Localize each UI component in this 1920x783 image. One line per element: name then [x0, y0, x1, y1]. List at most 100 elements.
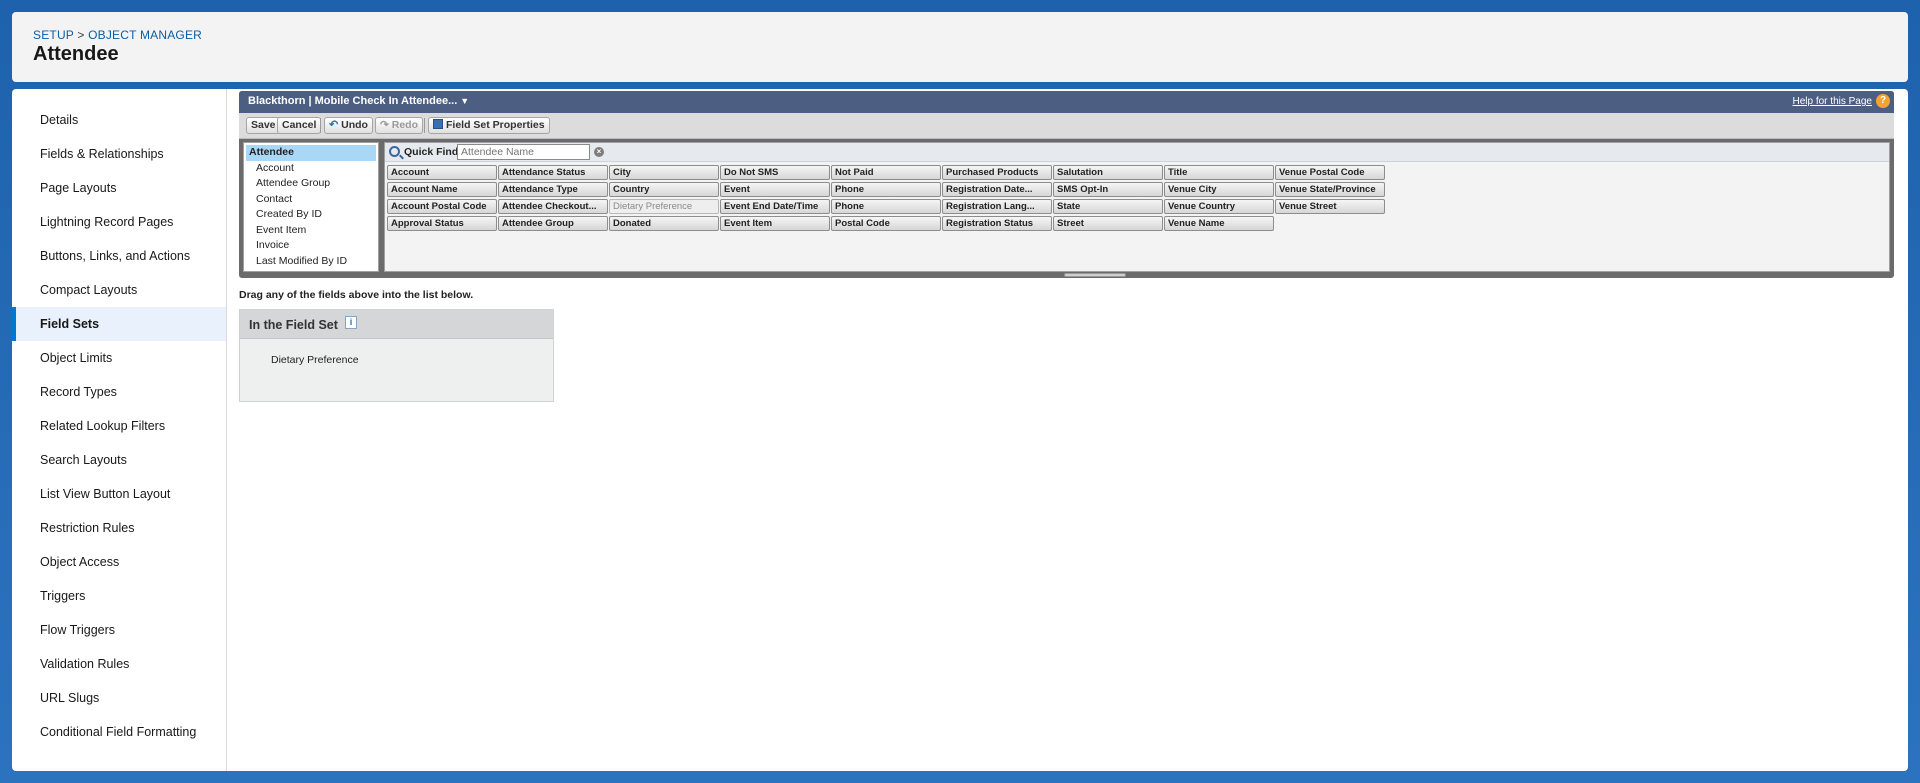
- cancel-button[interactable]: Cancel: [277, 117, 322, 134]
- object-list-item[interactable]: Created By ID: [244, 207, 378, 223]
- field-button[interactable]: Attendee Checkout...: [498, 199, 608, 214]
- object-list-item[interactable]: Account: [244, 161, 378, 177]
- clear-search-icon[interactable]: ×: [594, 147, 604, 157]
- field-button[interactable]: Title: [1164, 165, 1274, 180]
- field-button[interactable]: Not Paid: [831, 165, 941, 180]
- field-button[interactable]: Do Not SMS: [720, 165, 830, 180]
- field-button[interactable]: Phone: [831, 199, 941, 214]
- sidebar-item-details[interactable]: Details: [12, 103, 226, 137]
- content-area: Blackthorn | Mobile Check In Attendee...…: [239, 91, 1894, 402]
- field-button[interactable]: Venue State/Province: [1275, 182, 1385, 197]
- field-button[interactable]: Purchased Products: [942, 165, 1052, 180]
- field-button[interactable]: Registration Status: [942, 216, 1052, 231]
- field-button[interactable]: SMS Opt-In: [1053, 182, 1163, 197]
- page-header: SETUP > OBJECT MANAGER Attendee: [12, 12, 1908, 82]
- object-list-item[interactable]: Attendee: [246, 145, 376, 161]
- field-button[interactable]: Venue Country: [1164, 199, 1274, 214]
- quick-find-label: Quick Find: [404, 146, 459, 158]
- field-set-box: In the Field Set i Dietary Preference: [239, 309, 554, 402]
- toolbar-divider: [424, 118, 425, 133]
- field-button[interactable]: City: [609, 165, 719, 180]
- field-button[interactable]: Country: [609, 182, 719, 197]
- sidebar-nav: Details Fields & Relationships Page Layout…: [12, 89, 227, 771]
- sidebar-item-url-slugs[interactable]: URL Slugs: [12, 681, 226, 715]
- sidebar-item-validation-rules[interactable]: Validation Rules: [12, 647, 226, 681]
- sidebar-item-page-layouts[interactable]: Page Layouts: [12, 171, 226, 205]
- sidebar-item-object-limits[interactable]: Object Limits: [12, 341, 226, 375]
- chevron-down-icon: ▼: [460, 96, 470, 106]
- field-button[interactable]: Venue Postal Code: [1275, 165, 1385, 180]
- field-button[interactable]: Venue Street: [1275, 199, 1385, 214]
- field-set-properties-button[interactable]: Field Set Properties: [428, 117, 550, 134]
- field-button[interactable]: Street: [1053, 216, 1163, 231]
- redo-label: Redo: [391, 119, 418, 131]
- object-list: Attendee Account Attendee Group Contact Crea…: [243, 142, 379, 272]
- field-button[interactable]: Venue Name: [1164, 216, 1274, 231]
- field-button[interactable]: Event Item: [720, 216, 830, 231]
- object-list-item[interactable]: Event Item: [244, 223, 378, 239]
- field-button[interactable]: Dietary Preference: [609, 199, 719, 214]
- redo-button[interactable]: ↷ Redo: [375, 117, 423, 134]
- field-button[interactable]: Venue City: [1164, 182, 1274, 197]
- sidebar-item-conditional-field-formatting[interactable]: Conditional Field Formatting: [12, 715, 226, 749]
- field-button[interactable]: Registration Lang...: [942, 199, 1052, 214]
- sidebar-item-restriction-rules[interactable]: Restriction Rules: [12, 511, 226, 545]
- info-icon[interactable]: i: [345, 316, 357, 329]
- field-button[interactable]: Event End Date/Time: [720, 199, 830, 214]
- sidebar-item-flow-triggers[interactable]: Flow Triggers: [12, 613, 226, 647]
- field-set-list: Dietary Preference: [240, 339, 553, 366]
- sidebar-item-record-types[interactable]: Record Types: [12, 375, 226, 409]
- resize-handle[interactable]: [1064, 273, 1126, 277]
- field-set-selector[interactable]: Blackthorn | Mobile Check In Attendee...…: [248, 95, 469, 107]
- sidebar-item-lightning-record-pages[interactable]: Lightning Record Pages: [12, 205, 226, 239]
- quick-find-input[interactable]: [457, 144, 590, 160]
- breadcrumb-separator: >: [77, 28, 85, 42]
- field-button[interactable]: Account Postal Code: [387, 199, 497, 214]
- breadcrumb-setup-link[interactable]: SETUP: [33, 28, 74, 42]
- help-icon[interactable]: ?: [1876, 94, 1890, 108]
- undo-label: Undo: [341, 119, 368, 131]
- field-set-item[interactable]: Dietary Preference: [240, 339, 553, 366]
- field-set-properties-label: Field Set Properties: [446, 119, 545, 131]
- palette-header: Blackthorn | Mobile Check In Attendee...…: [239, 91, 1894, 113]
- sidebar-item-buttons-links-and-actions[interactable]: Buttons, Links, and Actions: [12, 239, 226, 273]
- sidebar-item-field-sets[interactable]: Field Sets: [12, 307, 226, 341]
- sidebar-item-compact-layouts[interactable]: Compact Layouts: [12, 273, 226, 307]
- object-list-item[interactable]: Attendee Group: [244, 176, 378, 192]
- save-button[interactable]: Save: [246, 117, 281, 134]
- sidebar-item-list-view-button-layout[interactable]: List View Button Layout: [12, 477, 226, 511]
- field-button[interactable]: Attendee Group: [498, 216, 608, 231]
- undo-icon: ↶: [329, 119, 339, 131]
- field-button[interactable]: Salutation: [1053, 165, 1163, 180]
- undo-button[interactable]: ↶ Undo: [324, 117, 373, 134]
- breadcrumb: SETUP > OBJECT MANAGER: [33, 28, 202, 42]
- field-button[interactable]: Phone: [831, 182, 941, 197]
- field-button[interactable]: Registration Date...: [942, 182, 1052, 197]
- object-list-item[interactable]: Contact: [244, 192, 378, 208]
- palette-title-label: Blackthorn | Mobile Check In Attendee...: [248, 95, 458, 107]
- sidebar-item-related-lookup-filters[interactable]: Related Lookup Filters: [12, 409, 226, 443]
- breadcrumb-object-manager-link[interactable]: OBJECT MANAGER: [88, 28, 202, 42]
- properties-icon: [433, 119, 443, 129]
- field-area: Quick Find × Account Account Name Account …: [384, 142, 1890, 272]
- field-button[interactable]: Event: [720, 182, 830, 197]
- field-button[interactable]: Attendance Status: [498, 165, 608, 180]
- sidebar-item-triggers[interactable]: Triggers: [12, 579, 226, 613]
- page-title: Attendee: [33, 43, 119, 65]
- field-button[interactable]: Donated: [609, 216, 719, 231]
- sidebar-item-fields-relationships[interactable]: Fields & Relationships: [12, 137, 226, 171]
- sidebar-item-object-access[interactable]: Object Access: [12, 545, 226, 579]
- field-button[interactable]: Approval Status: [387, 216, 497, 231]
- main-panel: Details Fields & Relationships Page Layout…: [12, 89, 1908, 771]
- field-button[interactable]: State: [1053, 199, 1163, 214]
- field-button[interactable]: Account Name: [387, 182, 497, 197]
- field-button[interactable]: Account: [387, 165, 497, 180]
- sidebar-item-search-layouts[interactable]: Search Layouts: [12, 443, 226, 477]
- help-for-page-link[interactable]: Help for this Page: [1793, 96, 1873, 107]
- object-list-item[interactable]: Last Modified By ID: [244, 254, 378, 270]
- search-icon: [389, 146, 400, 157]
- object-list-item[interactable]: Invoice: [244, 238, 378, 254]
- field-button[interactable]: Attendance Type: [498, 182, 608, 197]
- field-button[interactable]: Postal Code: [831, 216, 941, 231]
- toolbar-divider: [320, 118, 321, 133]
